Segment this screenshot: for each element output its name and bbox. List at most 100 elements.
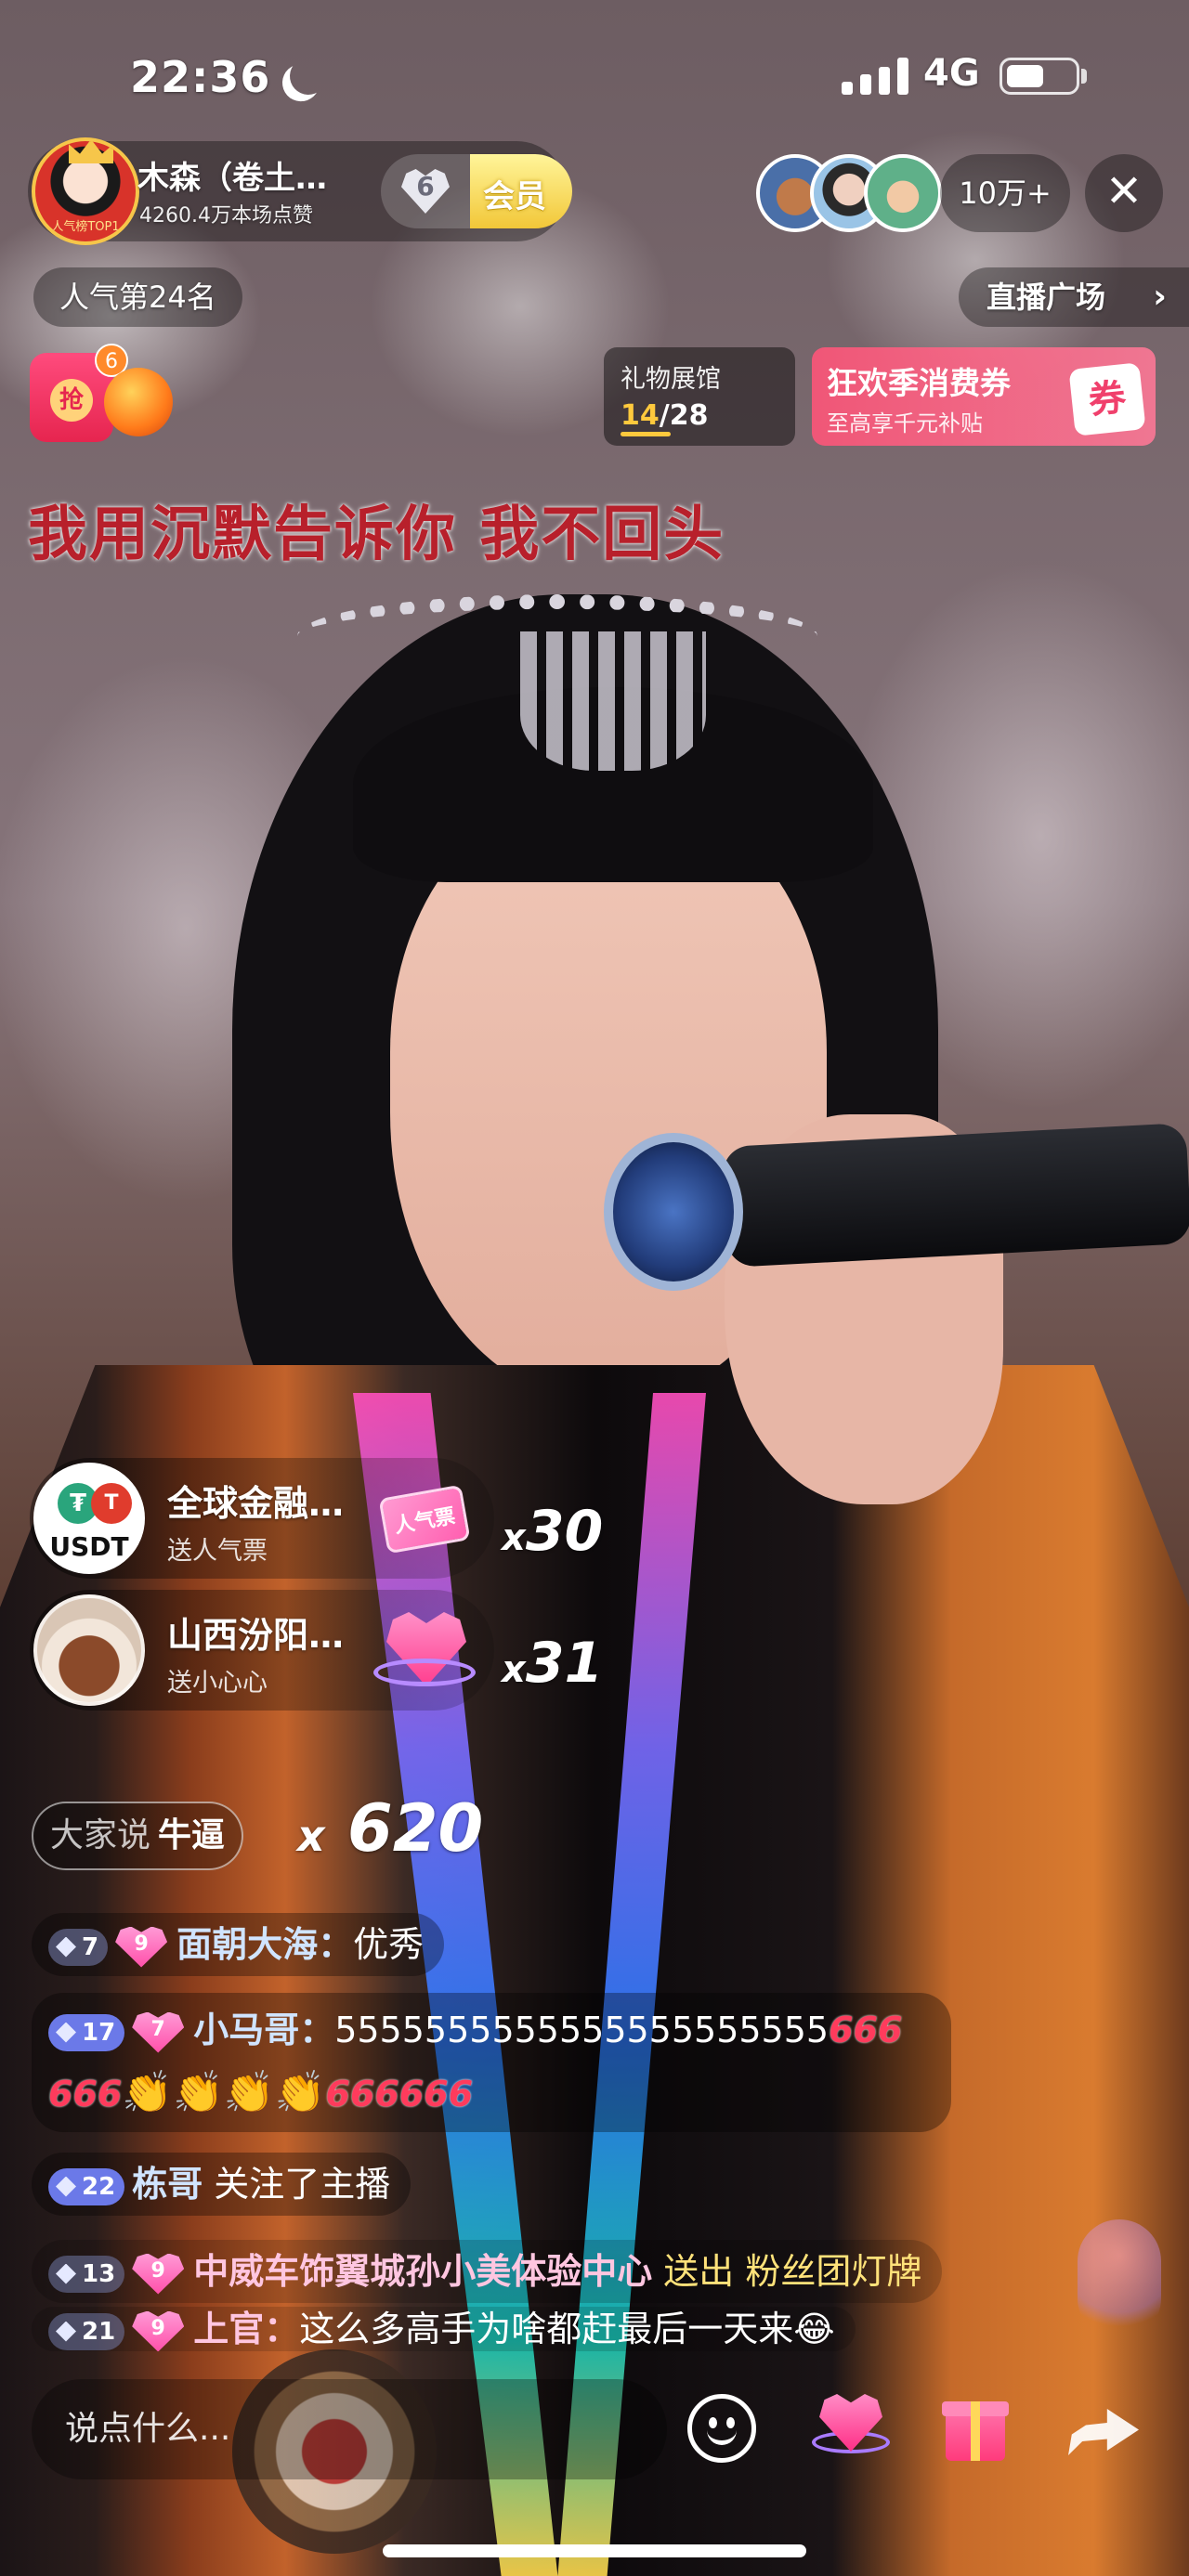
gift-multiplier: x31 xyxy=(502,1631,604,1696)
share-icon xyxy=(1068,2409,1139,2455)
clock: 22:36 xyxy=(130,52,271,102)
clap-emoji: 👏 xyxy=(173,2069,224,2116)
chat-text: 送出 xyxy=(663,2251,735,2292)
lyric-caption: 我用沉默告诉你 我不回头 xyxy=(28,500,725,569)
moon-icon xyxy=(284,52,332,99)
sender-avatar[interactable]: ₮ T USDT xyxy=(33,1463,145,1574)
gift-gallery-current: 14 xyxy=(621,399,660,432)
close-button[interactable]: ✕ xyxy=(1085,154,1163,232)
share-button[interactable] xyxy=(1068,2396,1139,2455)
usdt-label: USDT xyxy=(49,1531,129,1562)
gift-notification[interactable]: ₮ T USDT 全球金融… 送人气票 人气票 xyxy=(30,1458,494,1579)
gift-action: 送人气票 xyxy=(167,1537,268,1566)
gift-action: 送小心心 xyxy=(167,1669,268,1698)
gift-gallery-bar xyxy=(621,432,671,436)
fan-level: 6 xyxy=(416,171,435,202)
tron-coin-icon: T xyxy=(91,1483,132,1524)
viewer-avatar[interactable] xyxy=(864,154,942,232)
fan-club-badge[interactable]: 6 xyxy=(381,154,470,228)
host-name: 木森（卷土… xyxy=(137,160,327,197)
chat-message[interactable]: 22 栋哥 关注了主播 xyxy=(32,2153,412,2216)
chat-text: 5555555555555555555555 xyxy=(334,2010,830,2050)
live-plaza-button[interactable]: 直播广场 › xyxy=(959,267,1189,327)
fan-badge: 9 xyxy=(132,2311,184,2352)
gift-gallery-progress: 14/28 xyxy=(621,399,708,432)
comment-placeholder: 说点什么... xyxy=(65,2410,231,2448)
gift-multiplier: x30 xyxy=(502,1499,604,1564)
chat-text: 关注了主播 xyxy=(214,2164,391,2205)
chat-message[interactable]: 13 9 中威车饰翼城孙小美体验中心 送出 粉丝团灯牌 xyxy=(32,2240,943,2303)
network-type: 4G xyxy=(923,52,980,95)
fan-badge: 9 xyxy=(132,2254,184,2295)
sender-name: 山西汾阳… xyxy=(167,1615,345,1656)
coupon-banner[interactable]: 狂欢季消费券 至高享千元补贴 券 xyxy=(812,347,1156,446)
user-level-badge: 13 xyxy=(48,2255,125,2293)
chat-message[interactable]: 17 7 小马哥：5555555555555555555555666 666👏👏👏👏… xyxy=(32,1993,951,2132)
laugh-cry-emoji: 😂 xyxy=(793,2309,835,2349)
heart-button[interactable] xyxy=(812,2387,890,2465)
gem-icon xyxy=(56,1936,76,1958)
host-avatar[interactable]: 人气榜TOP1 xyxy=(32,137,139,245)
heart-gift-icon xyxy=(373,1603,476,1696)
host-info-card[interactable]: 人气榜TOP1 木森（卷土… 4260.4万本场点赞 6 会员 xyxy=(28,137,572,245)
clap-emoji: 👏 xyxy=(274,2069,326,2116)
crown-icon xyxy=(69,141,113,163)
gem-icon xyxy=(56,2321,76,2342)
emoji-666: 666 xyxy=(399,2074,474,2114)
chat-username: 小马哥： xyxy=(193,2010,335,2050)
home-indicator[interactable] xyxy=(383,2544,806,2557)
emoji-icon xyxy=(707,2426,737,2445)
user-level-badge: 22 xyxy=(48,2167,125,2205)
chat-text: 优秀 xyxy=(353,1924,425,1965)
popularity-rank[interactable]: 人气第24名 xyxy=(33,267,242,327)
red-packet-button[interactable]: 抢 6 xyxy=(30,344,128,442)
floating-effect xyxy=(1078,2219,1161,2340)
coupon-title: 狂欢季消费券 xyxy=(827,365,1011,401)
gem-icon xyxy=(56,2263,76,2284)
live-plaza-label: 直播广场 xyxy=(986,280,1106,315)
top-viewers[interactable] xyxy=(756,154,942,232)
emoji-666: 666 xyxy=(325,2074,399,2114)
gift-notification[interactable]: 山西汾阳… 送小心心 xyxy=(30,1590,494,1711)
gift-gallery-title: 礼物展馆 xyxy=(621,365,721,394)
hot-phrase-multiplier: x 620 xyxy=(297,1790,484,1867)
gift-gallery-card[interactable]: 礼物展馆 14/28 xyxy=(604,347,795,446)
clap-emoji: 👏 xyxy=(223,2069,275,2116)
signal-icon xyxy=(842,58,908,95)
hot-phrase-term: 牛逼 xyxy=(158,1816,226,1854)
host-rank-label: 人气榜TOP1 xyxy=(35,216,136,234)
chat-username: 栋哥 xyxy=(132,2164,203,2205)
live-room-overlay: 22:36 4G 人气榜TOP1 木森（卷土… 4260.4万本场点赞 6 会员 xyxy=(0,0,1189,2576)
red-packet-seal: 抢 xyxy=(50,379,93,422)
gift-ribbon xyxy=(971,2401,980,2461)
fan-badge: 9 xyxy=(115,1927,167,1968)
gem-icon xyxy=(56,2176,76,2197)
coupon-subtitle: 至高享千元补贴 xyxy=(827,410,983,436)
gift-gallery-total: /28 xyxy=(659,399,709,432)
host-likes: 4260.4万本场点赞 xyxy=(139,204,313,228)
emoji-button[interactable] xyxy=(687,2394,756,2463)
viewer-count[interactable]: 10万+ xyxy=(940,154,1070,232)
vip-badge[interactable]: 会员 xyxy=(470,154,572,228)
sender-avatar[interactable] xyxy=(33,1594,145,1706)
ticket-label: 人气票 xyxy=(378,1484,471,1555)
comment-input[interactable]: 说点什么... xyxy=(32,2379,667,2479)
vip-label: 会员 xyxy=(483,178,546,215)
gift-button[interactable] xyxy=(942,2390,1009,2461)
clap-emoji: 👏 xyxy=(122,2069,174,2116)
lucky-ball-icon[interactable] xyxy=(104,368,173,436)
hot-phrase-lead: 大家说 xyxy=(50,1816,151,1854)
battery-level xyxy=(1007,65,1043,87)
chat-message[interactable]: 21 9 上官：这么多高手为啥都赶最后一天来😂 xyxy=(32,2307,856,2351)
sender-name: 全球金融… xyxy=(167,1483,345,1524)
user-level-badge: 17 xyxy=(48,2013,125,2051)
popularity-ticket-icon: 人气票 xyxy=(373,1471,476,1564)
hot-phrase-pill[interactable]: 大家说 牛逼 xyxy=(32,1802,244,1870)
chevron-right-icon: › xyxy=(1153,278,1167,316)
battery-cap xyxy=(1081,69,1087,84)
user-level-badge: 21 xyxy=(48,2312,125,2350)
fan-badge: 7 xyxy=(132,2012,184,2053)
chat-username: 上官： xyxy=(193,2309,300,2349)
coupon-ticket-icon: 券 xyxy=(1068,362,1146,436)
chat-message[interactable]: 7 9 面朝大海：优秀 xyxy=(32,1913,445,1976)
